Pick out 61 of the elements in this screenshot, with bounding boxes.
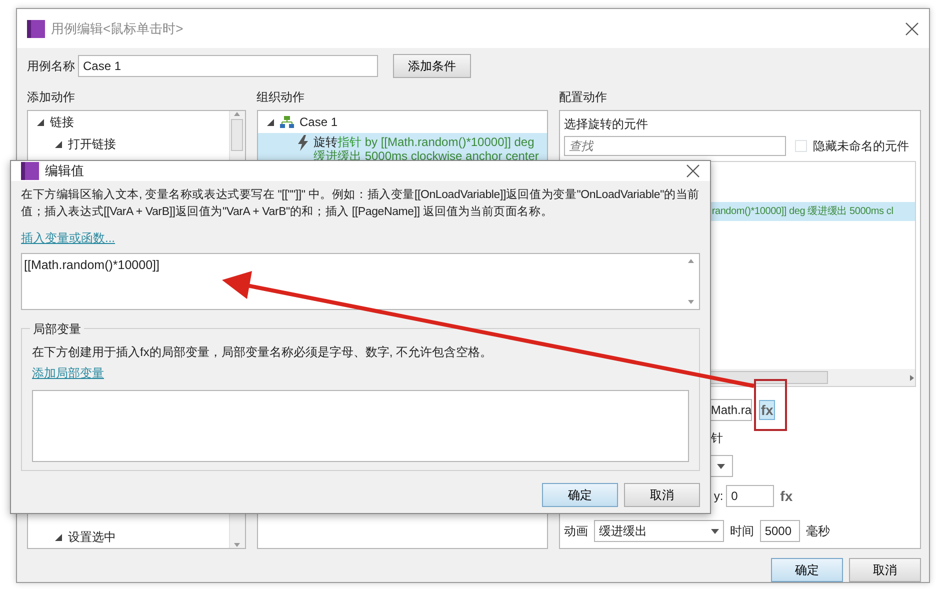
scroll-down-icon[interactable]	[687, 298, 695, 304]
dropdown[interactable]	[710, 455, 733, 477]
expression-field[interactable]: [[Math.random()*10000]]	[21, 252, 700, 310]
dialog-title: 编辑值	[45, 162, 84, 180]
animation-label: 动画	[564, 523, 588, 540]
ok-button[interactable]: 确定	[771, 558, 843, 582]
close-icon	[686, 164, 700, 178]
expanded-triangle-icon[interactable]	[54, 533, 62, 541]
checkbox[interactable]	[794, 140, 807, 152]
close-icon	[905, 22, 919, 36]
scroll-right-icon[interactable]	[909, 374, 915, 382]
scroll-up-icon[interactable]	[233, 111, 241, 117]
fx-button[interactable]: fx	[777, 486, 796, 506]
select-value: 缓进缓出	[598, 523, 647, 540]
section-heading: 组织动作	[256, 89, 306, 106]
section-heading: 配置动作	[558, 89, 608, 106]
direction-text: 针	[710, 430, 723, 447]
local-variables-field[interactable]	[32, 390, 689, 462]
group-legend: 局部变量	[30, 320, 84, 338]
time-field[interactable]: 5000	[760, 520, 800, 542]
close-button[interactable]	[905, 22, 919, 36]
add-condition-button[interactable]: 添加条件	[393, 54, 471, 78]
fx-button[interactable]: fx	[758, 400, 776, 420]
expanded-triangle-icon[interactable]	[54, 140, 62, 148]
add-local-variable-link[interactable]: 添加局部变量	[32, 364, 104, 382]
insert-variable-link[interactable]: 插入变量或函数...	[21, 228, 116, 246]
scrollbar-thumb[interactable]	[231, 119, 243, 151]
scroll-up-icon[interactable]	[687, 258, 695, 264]
caret-icon	[710, 528, 719, 534]
tree-item[interactable]: 打开链接	[68, 135, 116, 153]
cancel-button[interactable]: 取消	[624, 482, 700, 506]
hint-text: 在下方创建用于插入fx的局部变量，局部变量名称必须是字母、数字, 不允许包含空格。	[32, 344, 494, 360]
search-field[interactable]: 查找	[564, 136, 786, 156]
tree-item[interactable]: 链接	[50, 113, 74, 131]
case-name-label: 用例名称	[27, 58, 75, 75]
y-field[interactable]: 0	[726, 485, 774, 507]
app-logo-icon	[27, 20, 45, 38]
app-logo-icon	[21, 162, 39, 180]
close-button[interactable]	[686, 164, 700, 178]
scroll-down-icon[interactable]	[233, 542, 241, 548]
caret-icon	[717, 464, 726, 468]
subheading: 选择旋转的元件	[564, 116, 649, 133]
time-label: 时间	[730, 523, 754, 540]
lightning-icon	[298, 135, 308, 151]
highlight-frame	[754, 379, 787, 431]
y-label: y:	[714, 488, 724, 505]
expression-value: [[Math.random()*10000]]	[23, 256, 160, 274]
animation-select[interactable]: 缓进缓出	[594, 520, 724, 542]
checkbox-label: 隐藏未命名的元件	[812, 138, 909, 155]
ok-button[interactable]: 确定	[542, 482, 618, 506]
expanded-triangle-icon[interactable]	[266, 118, 274, 126]
case-label[interactable]: Case 1	[300, 113, 338, 131]
unit-label: 毫秒	[806, 523, 830, 540]
case-name-field[interactable]: Case 1	[78, 55, 378, 77]
cancel-button[interactable]: 取消	[849, 558, 921, 582]
window-title: 用例编辑<鼠标单击时>	[51, 20, 184, 38]
tree-item[interactable]: 设置选中	[68, 528, 116, 546]
angle-field[interactable]: Math.ra	[710, 399, 752, 421]
section-heading: 添加动作	[27, 89, 76, 106]
expanded-triangle-icon[interactable]	[36, 118, 44, 126]
case-tree-icon	[280, 116, 294, 128]
